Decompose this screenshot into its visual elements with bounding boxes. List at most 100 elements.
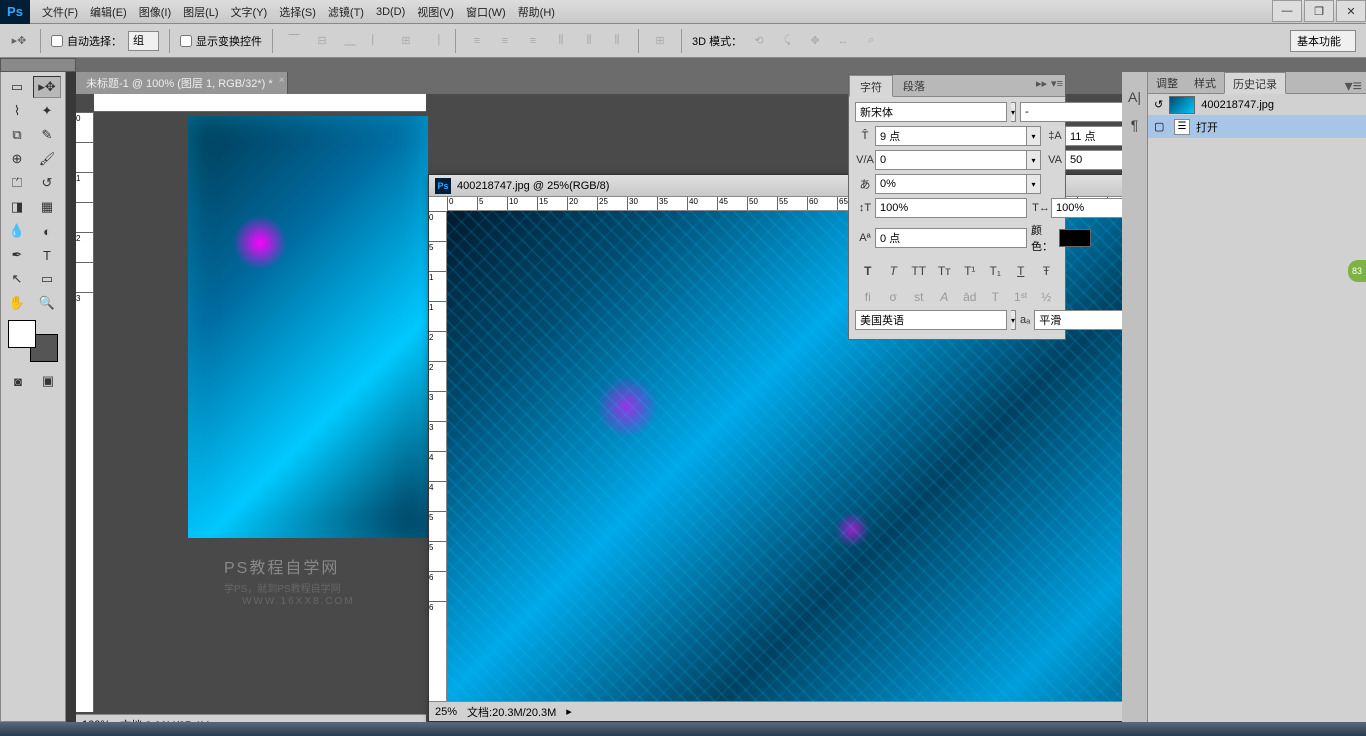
tsume-dd[interactable]: ▾ bbox=[1027, 174, 1041, 194]
doc2-zoom[interactable]: 25% bbox=[435, 706, 457, 718]
screenmode-toggle[interactable]: ▣ bbox=[34, 370, 62, 392]
strikethrough-button[interactable]: Ŧ bbox=[1036, 262, 1056, 280]
menu-filter[interactable]: 滤镜(T) bbox=[322, 4, 370, 20]
foreground-swatch[interactable] bbox=[8, 320, 36, 348]
lang-dd[interactable]: ▾ bbox=[1011, 310, 1016, 330]
oldstyle-button[interactable]: T bbox=[985, 288, 1005, 306]
gradient-tool[interactable]: ▦ bbox=[33, 196, 61, 218]
minimize-button[interactable]: — bbox=[1272, 0, 1302, 22]
path-tool[interactable]: ↖ bbox=[3, 268, 31, 290]
panel-collapse-icon[interactable]: ▸▸ bbox=[1036, 77, 1047, 90]
heal-tool[interactable]: ⊕ bbox=[3, 148, 31, 170]
kerning-input[interactable] bbox=[875, 150, 1027, 170]
stamp-tool[interactable]: ⏍ bbox=[3, 172, 31, 194]
ord-button[interactable]: σ bbox=[883, 288, 903, 306]
restore-button[interactable]: ❐ bbox=[1304, 0, 1334, 22]
tab-close-icon[interactable]: × bbox=[279, 75, 285, 86]
os-taskbar bbox=[0, 722, 1366, 736]
auto-select-check[interactable]: 自动选择： bbox=[51, 33, 122, 49]
menu-edit[interactable]: 编辑(E) bbox=[84, 4, 133, 20]
watermark-url: WWW.16XX8.COM bbox=[242, 596, 355, 607]
tab-history[interactable]: 历史记录 bbox=[1224, 72, 1286, 94]
doc2-ruler-vertical[interactable]: 05112233445566 bbox=[429, 211, 447, 701]
menu-type[interactable]: 文字(Y) bbox=[225, 4, 274, 20]
menu-help[interactable]: 帮助(H) bbox=[512, 4, 561, 20]
quickmask-toggle[interactable]: ◙ bbox=[4, 370, 32, 392]
para-mini-icon[interactable]: ¶ bbox=[1124, 112, 1146, 138]
marquee-tool[interactable]: ▭ bbox=[3, 76, 31, 98]
right-panel-dock: A| ¶ 调整 样式 历史记录 ▾≡ ↺ 400218747.jpg ▢ ☰ 打… bbox=[1122, 72, 1366, 722]
history-step[interactable]: ▢ ☰ 打开 bbox=[1148, 116, 1366, 138]
menu-3d[interactable]: 3D(D) bbox=[370, 6, 411, 18]
tsume-input[interactable] bbox=[875, 174, 1027, 194]
document-tab[interactable]: 未标题-1 @ 100% (图层 1, RGB/32*) * × bbox=[76, 72, 288, 94]
text-color-swatch[interactable] bbox=[1059, 229, 1091, 247]
eyedropper-tool[interactable]: ✎ bbox=[33, 124, 61, 146]
tab-styles[interactable]: 样式 bbox=[1186, 72, 1224, 93]
bold-button[interactable]: T bbox=[858, 262, 878, 280]
pen-tool[interactable]: ✒ bbox=[3, 244, 31, 266]
menu-image[interactable]: 图像(I) bbox=[133, 4, 177, 20]
allcaps-button[interactable]: TT bbox=[909, 262, 929, 280]
tab-well-grip[interactable] bbox=[76, 58, 1366, 72]
color-swatches[interactable] bbox=[8, 320, 58, 362]
titling-button[interactable]: A bbox=[934, 288, 954, 306]
snapshot-brush-icon: ↺ bbox=[1154, 98, 1163, 111]
move-tool[interactable]: ▸✥ bbox=[33, 76, 61, 98]
doc1-ruler-horizontal[interactable] bbox=[94, 94, 426, 112]
stylistic-button[interactable]: ād bbox=[960, 288, 980, 306]
smallcaps-button[interactable]: Tᴛ bbox=[934, 262, 954, 280]
underline-button[interactable]: T bbox=[1011, 262, 1031, 280]
doc2-docinfo[interactable]: 文档:20.3M/20.3M bbox=[467, 704, 556, 720]
brush-tool[interactable]: 🖌 bbox=[33, 148, 61, 170]
menu-select[interactable]: 选择(S) bbox=[273, 4, 322, 20]
history-brush-tool[interactable]: ↺ bbox=[33, 172, 61, 194]
menu-file[interactable]: 文件(F) bbox=[36, 4, 84, 20]
menu-view[interactable]: 视图(V) bbox=[411, 4, 460, 20]
tools-grip[interactable] bbox=[0, 58, 76, 72]
tab-character[interactable]: 字符 bbox=[849, 75, 893, 97]
doc1-ruler-vertical[interactable]: 0123 bbox=[76, 112, 94, 712]
ordinal-button[interactable]: ½ bbox=[1036, 288, 1056, 306]
type-tool[interactable]: T bbox=[33, 244, 61, 266]
vscale-input[interactable] bbox=[875, 198, 1027, 218]
close-button[interactable]: ✕ bbox=[1336, 0, 1366, 22]
char-mini-icon[interactable]: A| bbox=[1124, 84, 1146, 110]
hand-tool[interactable]: ✋ bbox=[3, 292, 31, 314]
zoom-tool[interactable]: 🔍 bbox=[33, 292, 61, 314]
font-family-input[interactable] bbox=[855, 102, 1007, 122]
font-size-input[interactable] bbox=[875, 126, 1027, 146]
wand-tool[interactable]: ✦ bbox=[33, 100, 61, 122]
lasso-tool[interactable]: ⌇ bbox=[3, 100, 31, 122]
dodge-tool[interactable]: ◐ bbox=[33, 220, 61, 242]
eraser-tool[interactable]: ◨ bbox=[3, 196, 31, 218]
notification-badge[interactable]: 83 bbox=[1348, 260, 1366, 282]
blur-tool[interactable]: 💧 bbox=[3, 220, 31, 242]
doc1-canvas[interactable]: PS教程自学网 学PS，就到PS教程自学网 WWW.16XX8.COM bbox=[94, 112, 426, 712]
fraction-button[interactable]: 1ˢᵗ bbox=[1011, 288, 1031, 306]
tab-paragraph[interactable]: 段落 bbox=[893, 75, 935, 96]
panel-menu-icon[interactable]: ▾≡ bbox=[1051, 77, 1063, 90]
tab-adjustments[interactable]: 调整 bbox=[1148, 72, 1186, 93]
language-select[interactable] bbox=[855, 310, 1007, 330]
menu-window[interactable]: 窗口(W) bbox=[460, 4, 512, 20]
show-transform-check[interactable]: 显示变换控件 bbox=[180, 33, 262, 49]
swash-button[interactable]: st bbox=[909, 288, 929, 306]
fi-lig-button[interactable]: fi bbox=[858, 288, 878, 306]
size-dd[interactable]: ▾ bbox=[1027, 126, 1041, 146]
history-source[interactable]: ↺ 400218747.jpg bbox=[1148, 94, 1366, 116]
italic-button[interactable]: T bbox=[883, 262, 903, 280]
shape-tool[interactable]: ▭ bbox=[33, 268, 61, 290]
auto-select-target[interactable]: 组 bbox=[128, 31, 159, 51]
crop-tool[interactable]: ⧉ bbox=[3, 124, 31, 146]
superscript-button[interactable]: T¹ bbox=[960, 262, 980, 280]
baseline-input[interactable] bbox=[875, 228, 1027, 248]
kern-dd[interactable]: ▾ bbox=[1027, 150, 1041, 170]
rp-menu-icon[interactable]: ▾≡ bbox=[1345, 76, 1362, 96]
align-bottom-icon: ⎽ bbox=[339, 30, 361, 52]
tracking-icon: VA bbox=[1045, 154, 1065, 166]
subscript-button[interactable]: T₁ bbox=[985, 262, 1005, 280]
menu-layer[interactable]: 图层(L) bbox=[177, 4, 224, 20]
font-dd[interactable]: ▾ bbox=[1011, 102, 1016, 122]
workspace-selector[interactable]: 基本功能 bbox=[1290, 30, 1356, 52]
